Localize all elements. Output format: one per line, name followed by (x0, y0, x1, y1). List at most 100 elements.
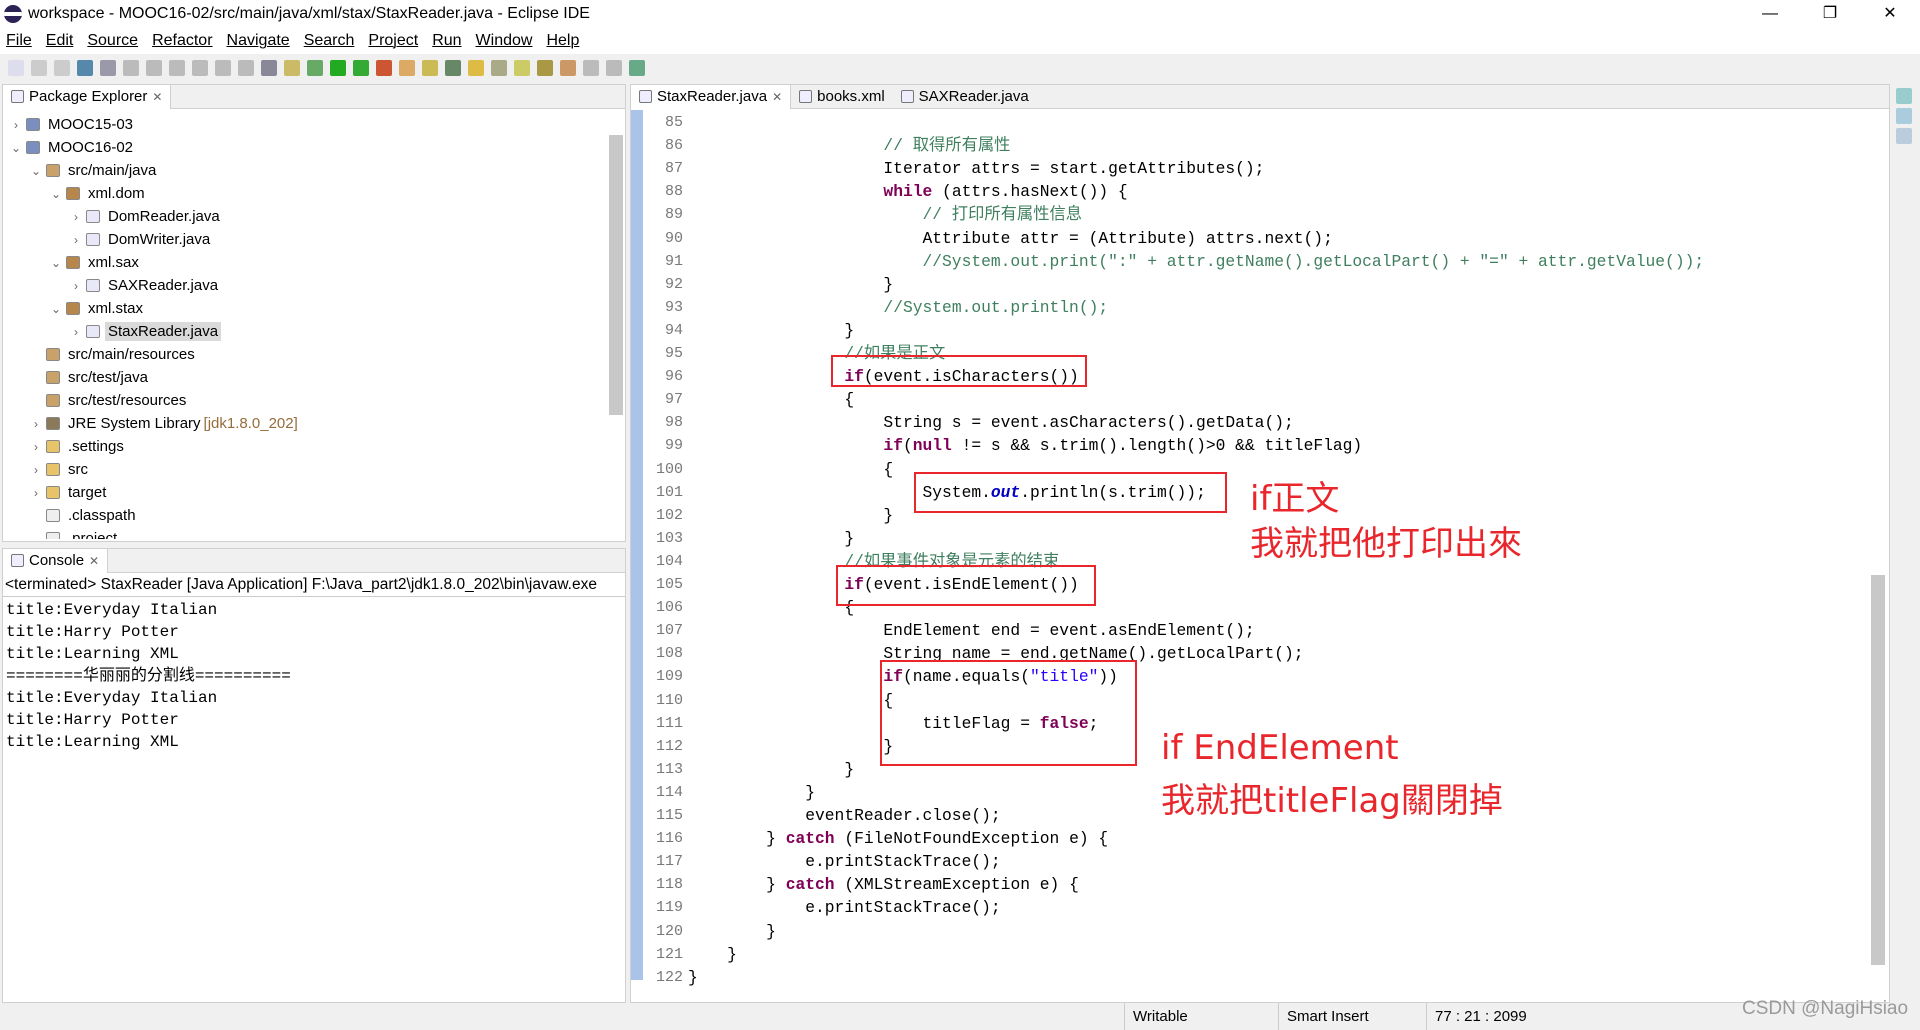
tree-item[interactable]: › target (29, 481, 109, 504)
toolbar-button-icon[interactable] (422, 60, 438, 76)
chevron-icon[interactable]: ⌄ (49, 256, 63, 270)
chevron-icon[interactable]: › (69, 325, 83, 339)
toolbar-button-icon[interactable] (514, 60, 530, 76)
toolbar-button-icon[interactable] (8, 60, 24, 76)
toolbar-button-icon[interactable] (606, 60, 622, 76)
tree-item[interactable]: › DomWriter.java (69, 228, 213, 251)
tree-item[interactable]: src/test/resources (29, 389, 189, 412)
chevron-icon[interactable]: › (69, 279, 83, 293)
menu-run[interactable]: Run (432, 32, 461, 50)
tab-books-xml[interactable]: books.xml (791, 85, 893, 109)
chevron-icon[interactable]: › (69, 233, 83, 247)
tree-item[interactable]: › MOOC15-03 (9, 113, 136, 136)
close-icon[interactable]: ✕ (772, 90, 782, 104)
menu-edit[interactable]: Edit (46, 32, 74, 50)
tree-scrollbar[interactable] (609, 135, 623, 415)
toolbar-button-icon[interactable] (31, 60, 47, 76)
tree-item[interactable]: src/main/resources (29, 343, 198, 366)
perspective-icon[interactable] (1896, 88, 1912, 104)
toolbar-button-icon[interactable] (537, 60, 553, 76)
toolbar-button-icon[interactable] (54, 60, 70, 76)
toolbar-button-icon[interactable] (583, 60, 599, 76)
tree-item[interactable]: ⌄ xml.sax (49, 251, 142, 274)
menu-source[interactable]: Source (87, 32, 138, 50)
minimize-button[interactable]: — (1742, 0, 1798, 28)
toolbar-button-icon[interactable] (123, 60, 139, 76)
toolbar-button-icon[interactable] (284, 60, 300, 76)
line-number: 113 (655, 760, 683, 778)
close-icon[interactable]: ✕ (89, 554, 99, 568)
toolbar-button-icon[interactable] (238, 60, 254, 76)
tab-staxreader-java[interactable]: StaxReader.java ✕ (631, 84, 792, 109)
tree-item-label: xml.stax (88, 300, 144, 317)
menu-search[interactable]: Search (304, 32, 355, 50)
chevron-icon[interactable]: › (29, 440, 43, 454)
toolbar-button-icon[interactable] (77, 60, 93, 76)
menu-refactor[interactable]: Refactor (152, 32, 212, 50)
code-token: ( (902, 436, 913, 456)
tree-item[interactable]: src/test/java (29, 366, 151, 389)
tree-item[interactable]: ⌄ src/main/java (29, 159, 159, 182)
tree-item[interactable]: › src (29, 458, 91, 481)
chevron-icon[interactable]: › (29, 463, 43, 477)
tree-item[interactable]: .classpath (29, 504, 139, 527)
chevron-icon[interactable]: ⌄ (9, 141, 23, 155)
close-icon[interactable]: ✕ (152, 90, 162, 104)
code-token: null (912, 436, 952, 456)
toolbar-button-icon[interactable] (215, 60, 231, 76)
code-token: Attribute attr = (Attribute) attrs.next(… (688, 228, 1333, 248)
tree-item-suffix: [jdk1.8.0_202] (203, 415, 298, 432)
tree-item[interactable]: › SAXReader.java (69, 274, 221, 297)
line-number: 102 (655, 506, 683, 524)
tab-package-explorer[interactable]: Package Explorer ✕ (3, 84, 172, 109)
chevron-icon[interactable]: › (29, 417, 43, 431)
outline-icon[interactable] (1896, 108, 1912, 124)
java-file-icon (900, 90, 914, 103)
toolbar-button-icon[interactable] (353, 60, 369, 76)
toolbar-button-icon[interactable] (629, 60, 645, 76)
toolbar-button-icon[interactable] (192, 60, 208, 76)
chevron-icon[interactable]: ⌄ (49, 302, 63, 316)
toolbar-button-icon[interactable] (146, 60, 162, 76)
toolbar-button-icon[interactable] (307, 60, 323, 76)
tab-saxreader-java[interactable]: SAXReader.java (893, 85, 1037, 109)
menu-help[interactable]: Help (546, 32, 579, 50)
chevron-icon[interactable]: ⌄ (29, 164, 43, 178)
tree-item[interactable]: › StaxReader.java (69, 320, 222, 343)
tree-item-label: target (68, 484, 107, 501)
chevron-icon[interactable]: ⌄ (49, 187, 63, 201)
toolbar-button-icon[interactable] (445, 60, 461, 76)
tree-item[interactable]: ⌄ MOOC16-02 (9, 136, 136, 159)
toolbar-button-icon[interactable] (399, 60, 415, 76)
tree-item[interactable]: ⌄ xml.stax (49, 297, 146, 320)
tab-console[interactable]: Console ✕ (3, 548, 109, 573)
toolbar-button-icon[interactable] (491, 60, 507, 76)
menu-window[interactable]: Window (476, 32, 533, 50)
toolbar-button-icon[interactable] (468, 60, 484, 76)
tree-item[interactable]: › .settings (29, 435, 127, 458)
toolbar-button-icon[interactable] (376, 60, 392, 76)
tree-item[interactable]: › DomReader.java (69, 205, 223, 228)
toolbar-button-icon[interactable] (560, 60, 576, 76)
toolbar-button-icon[interactable] (261, 60, 277, 76)
toolbar-button-icon[interactable] (169, 60, 185, 76)
menu-navigate[interactable]: Navigate (227, 32, 290, 50)
menu-file[interactable]: File (6, 32, 32, 50)
toolbar-button-icon[interactable] (330, 60, 346, 76)
maximize-button[interactable]: ❐ (1802, 0, 1858, 28)
tasks-icon[interactable] (1896, 128, 1912, 144)
menu-project[interactable]: Project (368, 32, 418, 50)
close-button[interactable]: ✕ (1862, 0, 1918, 28)
chevron-icon[interactable]: › (29, 486, 43, 500)
tree-item[interactable]: › JRE System Library [jdk1.8.0_202] (29, 412, 298, 435)
tree-item[interactable]: .project (29, 527, 120, 539)
chevron-icon[interactable]: › (9, 118, 23, 132)
tree-item[interactable]: ⌄ xml.dom (49, 182, 148, 205)
editor-scrollbar[interactable] (1871, 575, 1885, 965)
console-output[interactable]: title:Everyday Italian title:Harry Potter… (3, 597, 625, 997)
chevron-icon[interactable]: › (69, 210, 83, 224)
toolbar-button-icon[interactable] (100, 60, 116, 76)
